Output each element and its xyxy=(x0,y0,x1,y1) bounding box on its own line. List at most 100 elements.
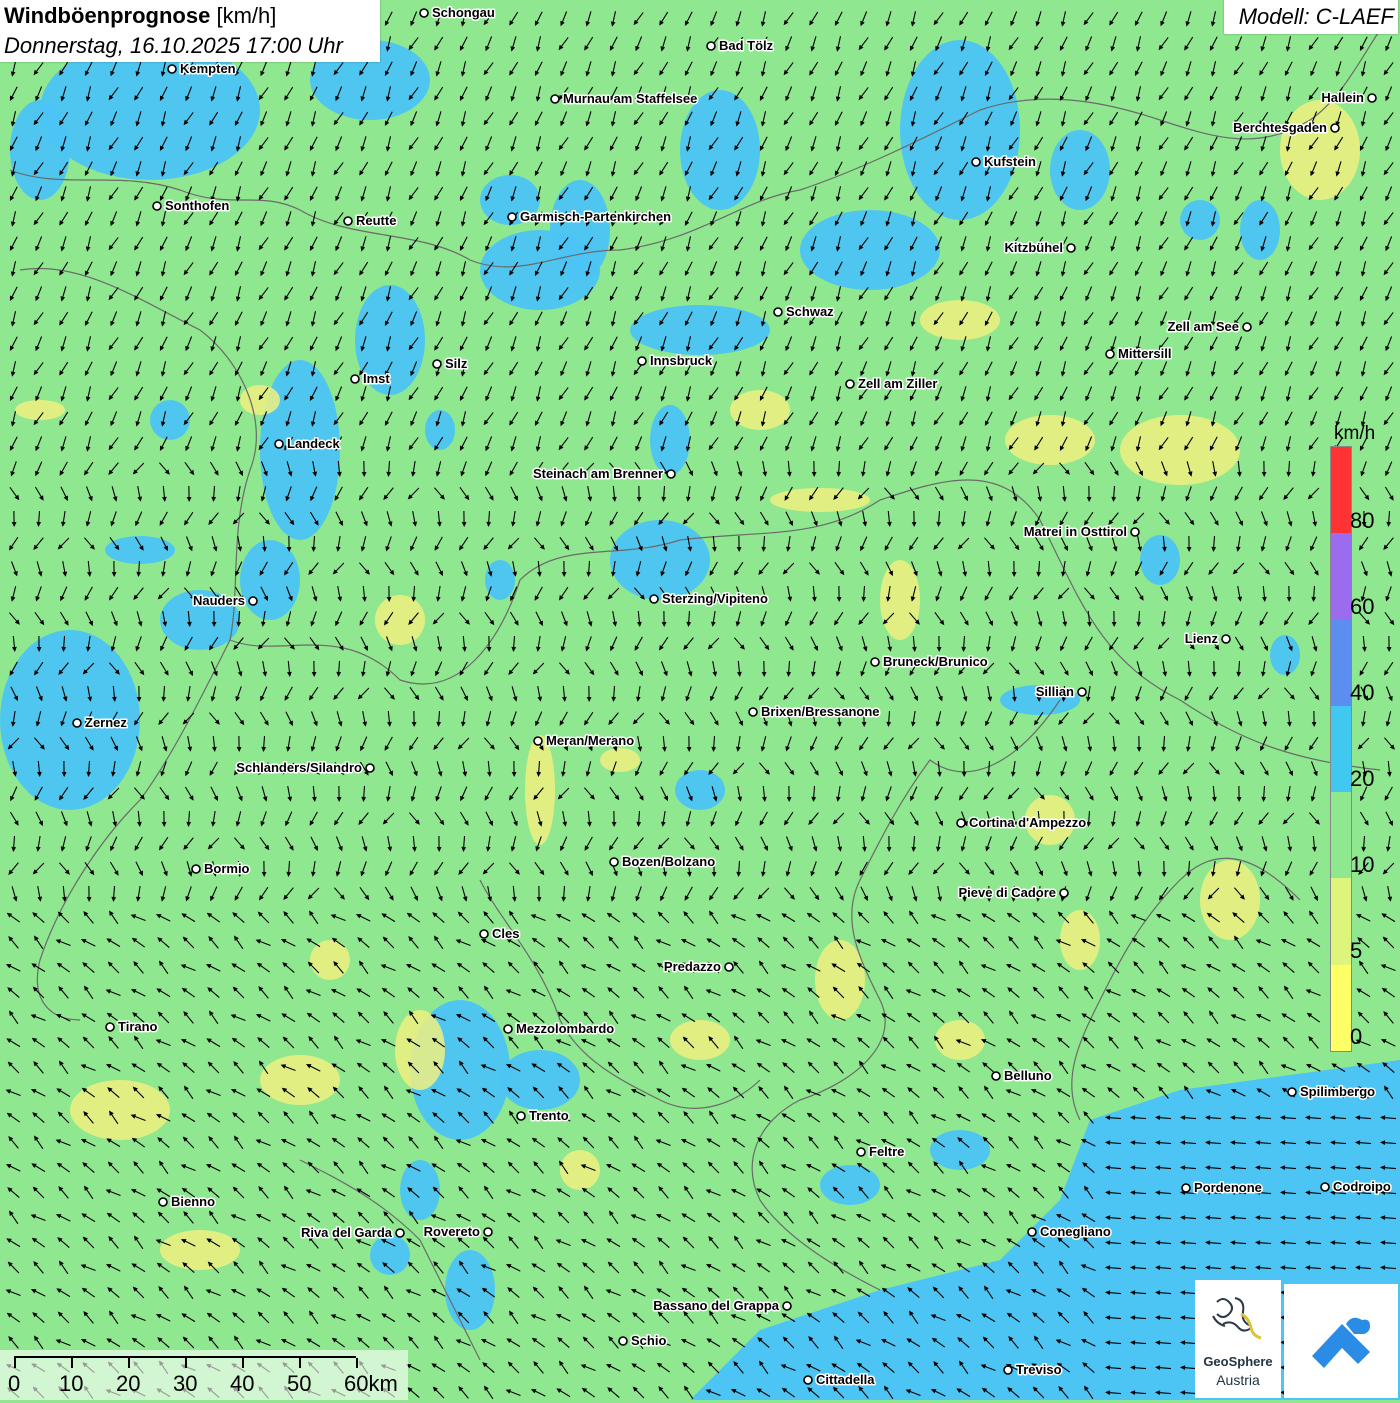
legend-segment xyxy=(1331,878,1351,964)
city-label: Mezzolombardo xyxy=(516,1021,614,1036)
city-marker-icon xyxy=(73,719,81,727)
city-schongau: Schongau xyxy=(420,5,495,20)
city-marker-icon xyxy=(749,708,757,716)
city-garmisch-partenkirchen: Garmisch-Partenkirchen xyxy=(508,209,671,224)
city-riva-del-garda: Riva del Garda xyxy=(301,1225,404,1240)
city-label: Garmisch-Partenkirchen xyxy=(520,209,671,224)
city-label: Codroipo xyxy=(1333,1179,1391,1194)
scale-label: 0 xyxy=(8,1371,20,1397)
legend-tick-label: 20 xyxy=(1350,766,1374,792)
city-label: Lienz xyxy=(1185,631,1219,646)
city-label: Schwaz xyxy=(786,304,834,319)
city-label: Sterzing/Vipiteno xyxy=(662,591,768,606)
map-title: Windböenprognose [km/h] xyxy=(4,3,276,29)
city-label: Feltre xyxy=(869,1144,904,1159)
city-marker-icon xyxy=(1368,94,1376,102)
city-label: Hallein xyxy=(1321,90,1364,105)
forecast-datetime: Donnerstag, 16.10.2025 17:00 Uhr xyxy=(4,33,343,59)
city-marker-icon xyxy=(804,1376,812,1384)
city-label: Rovereto xyxy=(424,1224,480,1239)
scale-tick xyxy=(242,1358,244,1368)
title-box: Windböenprognose [km/h] Donnerstag, 16.1… xyxy=(0,0,380,62)
city-marker-icon xyxy=(1182,1184,1190,1192)
legend-tick-label: 0 xyxy=(1350,1024,1362,1050)
city-label: Brixen/Bressanone xyxy=(761,704,880,719)
city-marker-icon xyxy=(667,470,675,478)
city-label: Pordenone xyxy=(1194,1180,1262,1195)
legend-tick-label: 40 xyxy=(1350,680,1374,706)
city-marker-icon xyxy=(707,42,715,50)
map-title-bold: Windböenprognose xyxy=(4,3,210,28)
city-label: Nauders xyxy=(193,593,245,608)
city-marker-icon xyxy=(480,930,488,938)
city-marker-icon xyxy=(192,865,200,873)
city-marker-icon xyxy=(1131,528,1139,536)
city-marker-icon xyxy=(420,9,428,17)
legend-segment xyxy=(1331,620,1351,706)
logo-country: Austria xyxy=(1195,1372,1281,1388)
city-marker-icon xyxy=(159,1198,167,1206)
geosphere-logo-icon xyxy=(1195,1280,1281,1354)
scale-tick xyxy=(356,1358,358,1368)
city-label: Reutte xyxy=(356,213,396,228)
city-marker-icon xyxy=(517,1112,525,1120)
scale-tick xyxy=(128,1358,130,1368)
city-label: Landeck xyxy=(287,436,341,451)
city-marker-icon xyxy=(871,658,879,666)
city-label: Berchtesgaden xyxy=(1233,120,1327,135)
city-label: Bruneck/Brunico xyxy=(883,654,988,669)
scale-tick xyxy=(71,1358,73,1368)
city-marker-icon xyxy=(725,963,733,971)
city-label: Matrei in Osttirol xyxy=(1024,524,1127,539)
city-marker-icon xyxy=(1067,244,1075,252)
city-marker-icon xyxy=(1243,323,1251,331)
city-marker-icon xyxy=(1288,1088,1296,1096)
city-marker-icon xyxy=(508,213,516,221)
city-bozen-bolzano: Bozen/Bolzano xyxy=(610,854,715,869)
city-marker-icon xyxy=(275,440,283,448)
city-label: Cles xyxy=(492,926,519,941)
city-sterzing-vipiteno: Sterzing/Vipiteno xyxy=(650,591,768,606)
city-marker-icon xyxy=(619,1337,627,1345)
scale-label: 30 xyxy=(173,1371,197,1397)
city-murnau-am-staffelsee: Murnau am Staffelsee xyxy=(551,91,697,106)
city-marker-icon xyxy=(1331,124,1339,132)
city-brixen-bressanone: Brixen/Bressanone xyxy=(749,704,880,719)
city-label: Zell am See xyxy=(1167,319,1239,334)
city-pieve-di-cadore: Pieve di Cadore xyxy=(958,885,1068,900)
city-marker-icon xyxy=(1106,350,1114,358)
city-berchtesgaden: Berchtesgaden xyxy=(1233,120,1339,135)
city-label: Imst xyxy=(363,371,390,386)
model-box: Modell: C-LAEF xyxy=(1224,0,1398,34)
city-label: Kempten xyxy=(180,61,236,76)
city-label: Sonthofen xyxy=(165,198,229,213)
city-label: Zernez xyxy=(85,715,127,730)
city-zell-am-see: Zell am See xyxy=(1167,319,1251,334)
city-cortina-d-ampezzo: Cortina d'Ampezzo xyxy=(957,815,1086,830)
city-label: Conegliano xyxy=(1040,1224,1111,1239)
legend-tick-label: 10 xyxy=(1350,852,1374,878)
city-marker-icon xyxy=(1004,1366,1012,1374)
city-marker-icon xyxy=(351,375,359,383)
city-label: Cortina d'Ampezzo xyxy=(969,815,1086,830)
city-marker-icon xyxy=(484,1228,492,1236)
legend-segment xyxy=(1331,965,1351,1051)
city-label: Pieve di Cadore xyxy=(958,885,1056,900)
city-label: Zell am Ziller xyxy=(858,376,937,391)
legend-unit: km/h xyxy=(1334,423,1375,445)
scale-tick xyxy=(299,1358,301,1368)
city-marker-icon xyxy=(650,595,658,603)
city-label: Mittersill xyxy=(1118,346,1171,361)
scale-tick xyxy=(14,1358,16,1368)
city-label: Belluno xyxy=(1004,1068,1052,1083)
city-label: Predazzo xyxy=(664,959,721,974)
city-marker-icon xyxy=(249,597,257,605)
logo-name: GeoSphere xyxy=(1195,1354,1281,1369)
scale-label: 10 xyxy=(59,1371,83,1397)
scale-label: 50 xyxy=(287,1371,311,1397)
city-spilimbergo: Spilimbergo xyxy=(1288,1084,1375,1099)
city-marker-icon xyxy=(1028,1228,1036,1236)
city-marker-icon xyxy=(1222,635,1230,643)
city-marker-icon xyxy=(972,158,980,166)
city-meran-merano: Meran/Merano xyxy=(534,733,634,748)
